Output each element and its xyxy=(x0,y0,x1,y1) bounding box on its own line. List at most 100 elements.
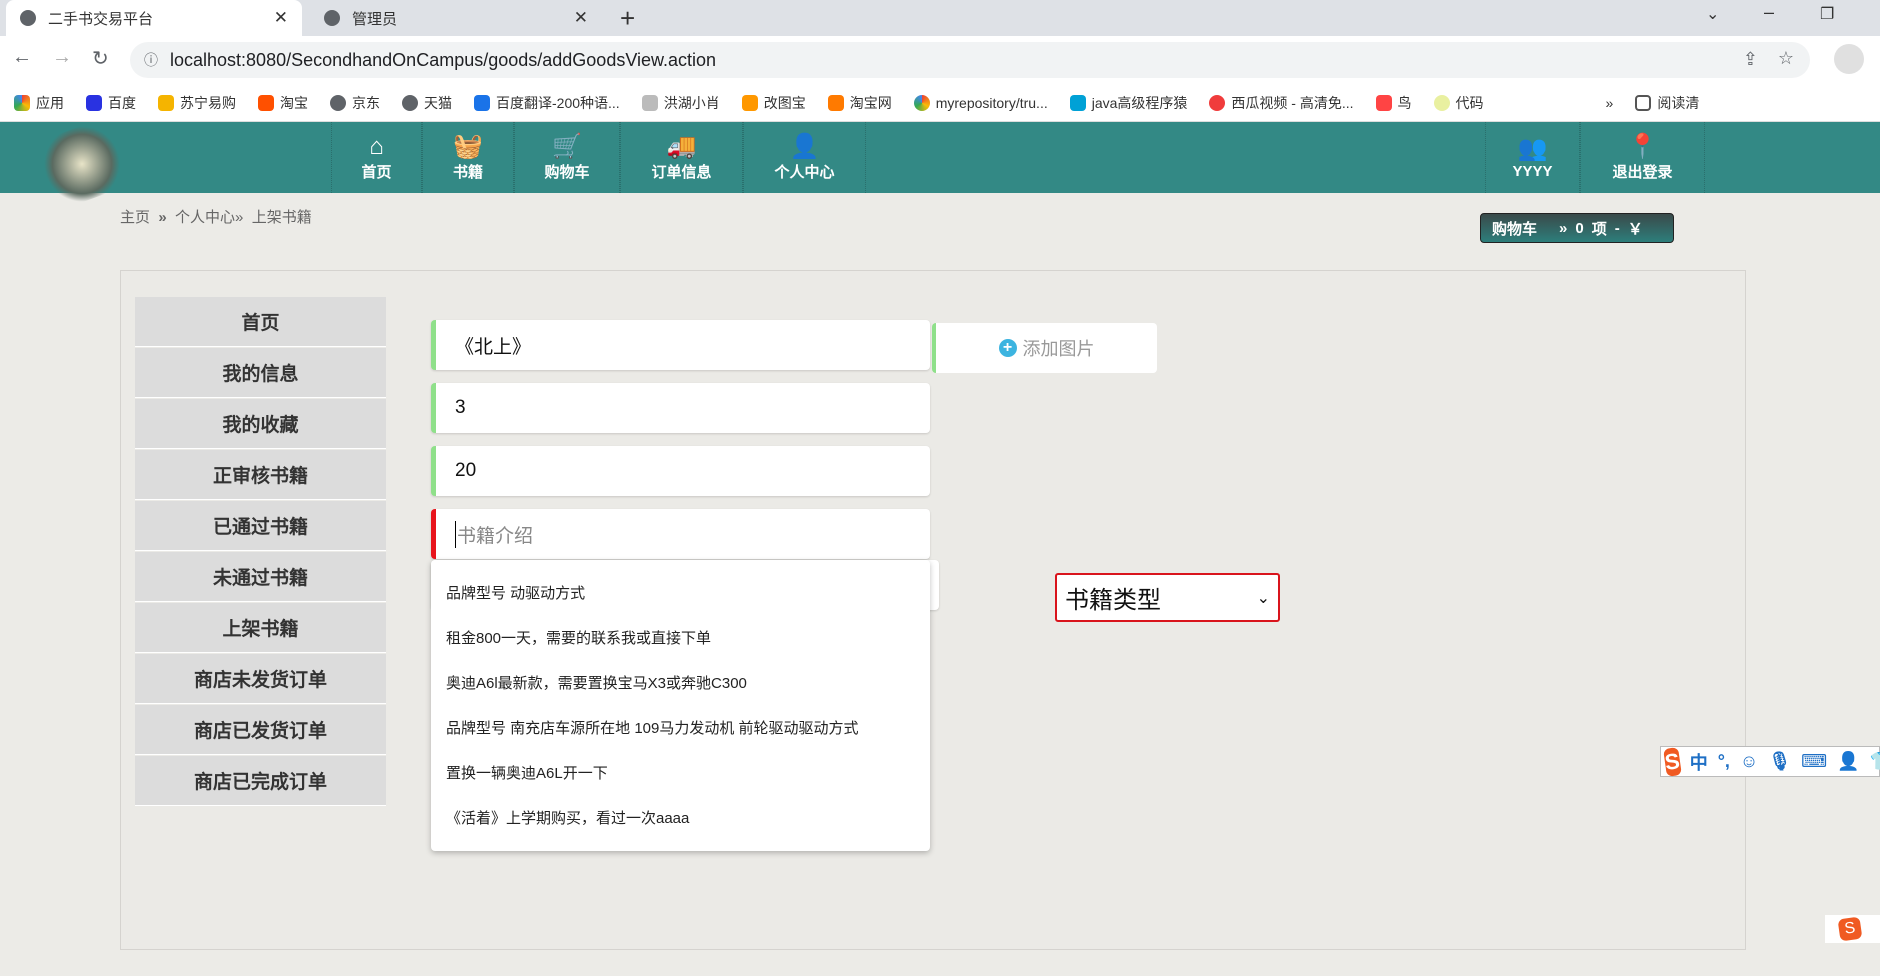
sogou-logo-icon[interactable]: S xyxy=(1837,916,1863,942)
bookmark[interactable]: 西瓜视频 - 高清免... xyxy=(1209,93,1354,113)
bookmark-label: 百度 xyxy=(108,94,136,111)
ime-mode[interactable]: 中 xyxy=(1690,749,1708,775)
nav-logout[interactable]: 📍 退出登录 xyxy=(1580,122,1705,193)
restore-button[interactable]: ❐ xyxy=(1820,4,1834,24)
nav-books[interactable]: 🧺 书籍 xyxy=(422,122,514,193)
bookmark[interactable]: myrepository/tru... xyxy=(913,94,1048,111)
suning-icon xyxy=(158,94,174,111)
bookmark-label: 淘宝网 xyxy=(849,94,892,111)
sidebar-item-approved[interactable]: 已通过书籍 xyxy=(135,501,386,551)
tab-search-icon[interactable]: ⌄ xyxy=(1706,4,1719,24)
sidebar-item-favorites[interactable]: 我的收藏 xyxy=(135,399,386,449)
bilibili-icon xyxy=(1069,94,1086,111)
bookmark-label: java高级程序猿 xyxy=(1091,94,1188,111)
forward-icon[interactable]: → xyxy=(52,46,72,69)
quantity-input[interactable]: 3 xyxy=(431,383,930,433)
mic-icon[interactable]: 🎙 xyxy=(1768,751,1791,772)
cart-unit: 项 xyxy=(1591,220,1607,238)
autocomplete-item[interactable]: 品牌型号 动驱动方式 xyxy=(446,582,585,603)
bookmark[interactable]: 代码 xyxy=(1433,93,1484,113)
breadcrumb-sep: » xyxy=(158,209,167,226)
sidebar-item-reviewing[interactable]: 正审核书籍 xyxy=(135,450,386,500)
bookmark[interactable]: 洪湖小肖 xyxy=(641,93,720,113)
globe-icon xyxy=(20,10,36,26)
bookmark-label: 淘宝 xyxy=(280,94,308,111)
share-icon[interactable]: ⇪ xyxy=(1743,49,1758,70)
nav-user[interactable]: 👥 YYYY xyxy=(1485,122,1580,193)
baidu-icon xyxy=(86,94,102,111)
add-image-label: 添加图片 xyxy=(1022,339,1095,359)
sidebar-item-unshipped[interactable]: 商店未发货订单 xyxy=(135,654,386,704)
taobao-icon xyxy=(258,94,274,111)
select-value: 书籍类型 xyxy=(1065,587,1161,614)
bookmark-label: 京东 xyxy=(352,94,380,111)
autocomplete-item[interactable]: 《活着》上学期购买，看过一次aaaa xyxy=(446,807,689,828)
autocomplete-item[interactable]: 租金800一天，需要的联系我或直接下单 xyxy=(446,627,711,648)
nav-cart[interactable]: 🛒 购物车 xyxy=(514,122,620,193)
book-name-input[interactable]: 《北上》 xyxy=(431,320,930,370)
bookmark[interactable]: 苏宁易购 xyxy=(158,93,236,113)
sidebar-item-list-book[interactable]: 上架书籍 xyxy=(135,603,386,653)
bookmark[interactable]: 淘宝 xyxy=(258,93,308,113)
price-input[interactable]: 20 xyxy=(431,446,930,496)
nav-profile[interactable]: 👤 个人中心 xyxy=(743,122,866,193)
sogou-logo-icon[interactable]: S xyxy=(1663,746,1682,777)
sidebar-item-rejected[interactable]: 未通过书籍 xyxy=(135,552,386,602)
cart-total: ￥ xyxy=(1627,220,1643,238)
bookmark[interactable]: 改图宝 xyxy=(741,93,806,113)
breadcrumb-home[interactable]: 主页 xyxy=(120,209,150,226)
bird-icon xyxy=(1375,94,1392,111)
tab-title: 管理员 xyxy=(352,10,398,28)
nav-home[interactable]: ⌂ 首页 xyxy=(331,122,422,193)
bookmarks-overflow[interactable]: » xyxy=(1606,95,1614,111)
bookmark[interactable]: 天猫 xyxy=(402,93,452,113)
back-icon[interactable]: ← xyxy=(12,46,32,69)
bookmark[interactable]: 鸟 xyxy=(1375,93,1412,113)
emoji-icon[interactable]: ☺ xyxy=(1740,751,1758,772)
bookmark-label: 改图宝 xyxy=(763,94,806,111)
reload-icon[interactable]: ↻ xyxy=(92,46,109,71)
book-type-select[interactable]: 书籍类型 ⌄ xyxy=(1055,573,1280,622)
nav-orders[interactable]: 🚚 订单信息 xyxy=(620,122,743,193)
user-icon[interactable]: 👤 xyxy=(1837,751,1859,772)
tab-active[interactable]: 二手书交易平台 ✕ xyxy=(6,0,302,36)
book-intro-input[interactable]: 书籍介绍 xyxy=(431,509,930,559)
breadcrumb-profile[interactable]: 个人中心» xyxy=(175,209,243,226)
close-tab-icon[interactable]: ✕ xyxy=(274,8,288,28)
bookmark[interactable]: 淘宝网 xyxy=(827,93,892,113)
autocomplete-item[interactable]: 品牌型号 南充店车源所在地 109马力发动机 前轮驱动驱动方式 xyxy=(446,717,859,738)
url-text: localhost:8080/SecondhandOnCampus/goods/… xyxy=(170,49,717,70)
ime-punct[interactable]: °, xyxy=(1718,751,1730,772)
close-tab-icon[interactable]: ✕ xyxy=(574,8,588,28)
autocomplete-item[interactable]: 奥迪A6l最新款，需要置换宝马X3或奔驰C300 xyxy=(446,672,747,693)
url-input[interactable]: ⓘ localhost:8080/SecondhandOnCampus/goods… xyxy=(130,42,1810,78)
bird-icon xyxy=(641,94,658,111)
sidebar-item-shipped[interactable]: 商店已发货订单 xyxy=(135,705,386,755)
sidebar-item-completed[interactable]: 商店已完成订单 xyxy=(135,756,386,806)
bookmark[interactable]: 百度 xyxy=(86,93,136,113)
sidebar-item-home[interactable]: 首页 xyxy=(135,297,386,347)
sidebar-item-my-info[interactable]: 我的信息 xyxy=(135,348,386,398)
cart-summary[interactable]: 购物车 » 0 项 - ￥ xyxy=(1480,213,1674,243)
skin-icon[interactable]: 👕 xyxy=(1870,751,1880,772)
ime-toolbar: S中 °, ☺ 🎙 ⌨ 👤 👕 xyxy=(1660,746,1880,777)
minimize-button[interactable]: – xyxy=(1764,2,1774,23)
reading-list[interactable]: 阅读清 xyxy=(1635,93,1699,113)
tab-admin[interactable]: 管理员 ✕ xyxy=(310,0,602,36)
bookmarks-bar: 应用 百度 苏宁易购 淘宝 京东 天猫 百度翻译-200种语... 洪湖小肖 改… xyxy=(0,84,1880,122)
profile-avatar[interactable] xyxy=(1834,44,1864,74)
star-icon[interactable]: ☆ xyxy=(1778,48,1794,69)
bookmark[interactable]: 百度翻译-200种语... xyxy=(474,93,620,113)
bookmark-label: 鸟 xyxy=(1397,94,1412,111)
taobao-icon xyxy=(827,94,844,111)
keyboard-icon[interactable]: ⌨ xyxy=(1801,751,1827,772)
bookmark[interactable]: java高级程序猿 xyxy=(1069,93,1188,113)
cart-icon: 🛒 xyxy=(552,133,582,160)
cart-count: 0 xyxy=(1575,219,1584,237)
add-image-button[interactable]: + 添加图片 xyxy=(932,323,1157,373)
autocomplete-item[interactable]: 置换一辆奥迪A6L开一下 xyxy=(446,762,608,783)
bookmark[interactable]: 京东 xyxy=(330,93,380,113)
new-tab-button[interactable]: + xyxy=(620,3,635,34)
bookmark-label: 代码 xyxy=(1455,94,1484,111)
bookmark-apps[interactable]: 应用 xyxy=(14,93,64,113)
